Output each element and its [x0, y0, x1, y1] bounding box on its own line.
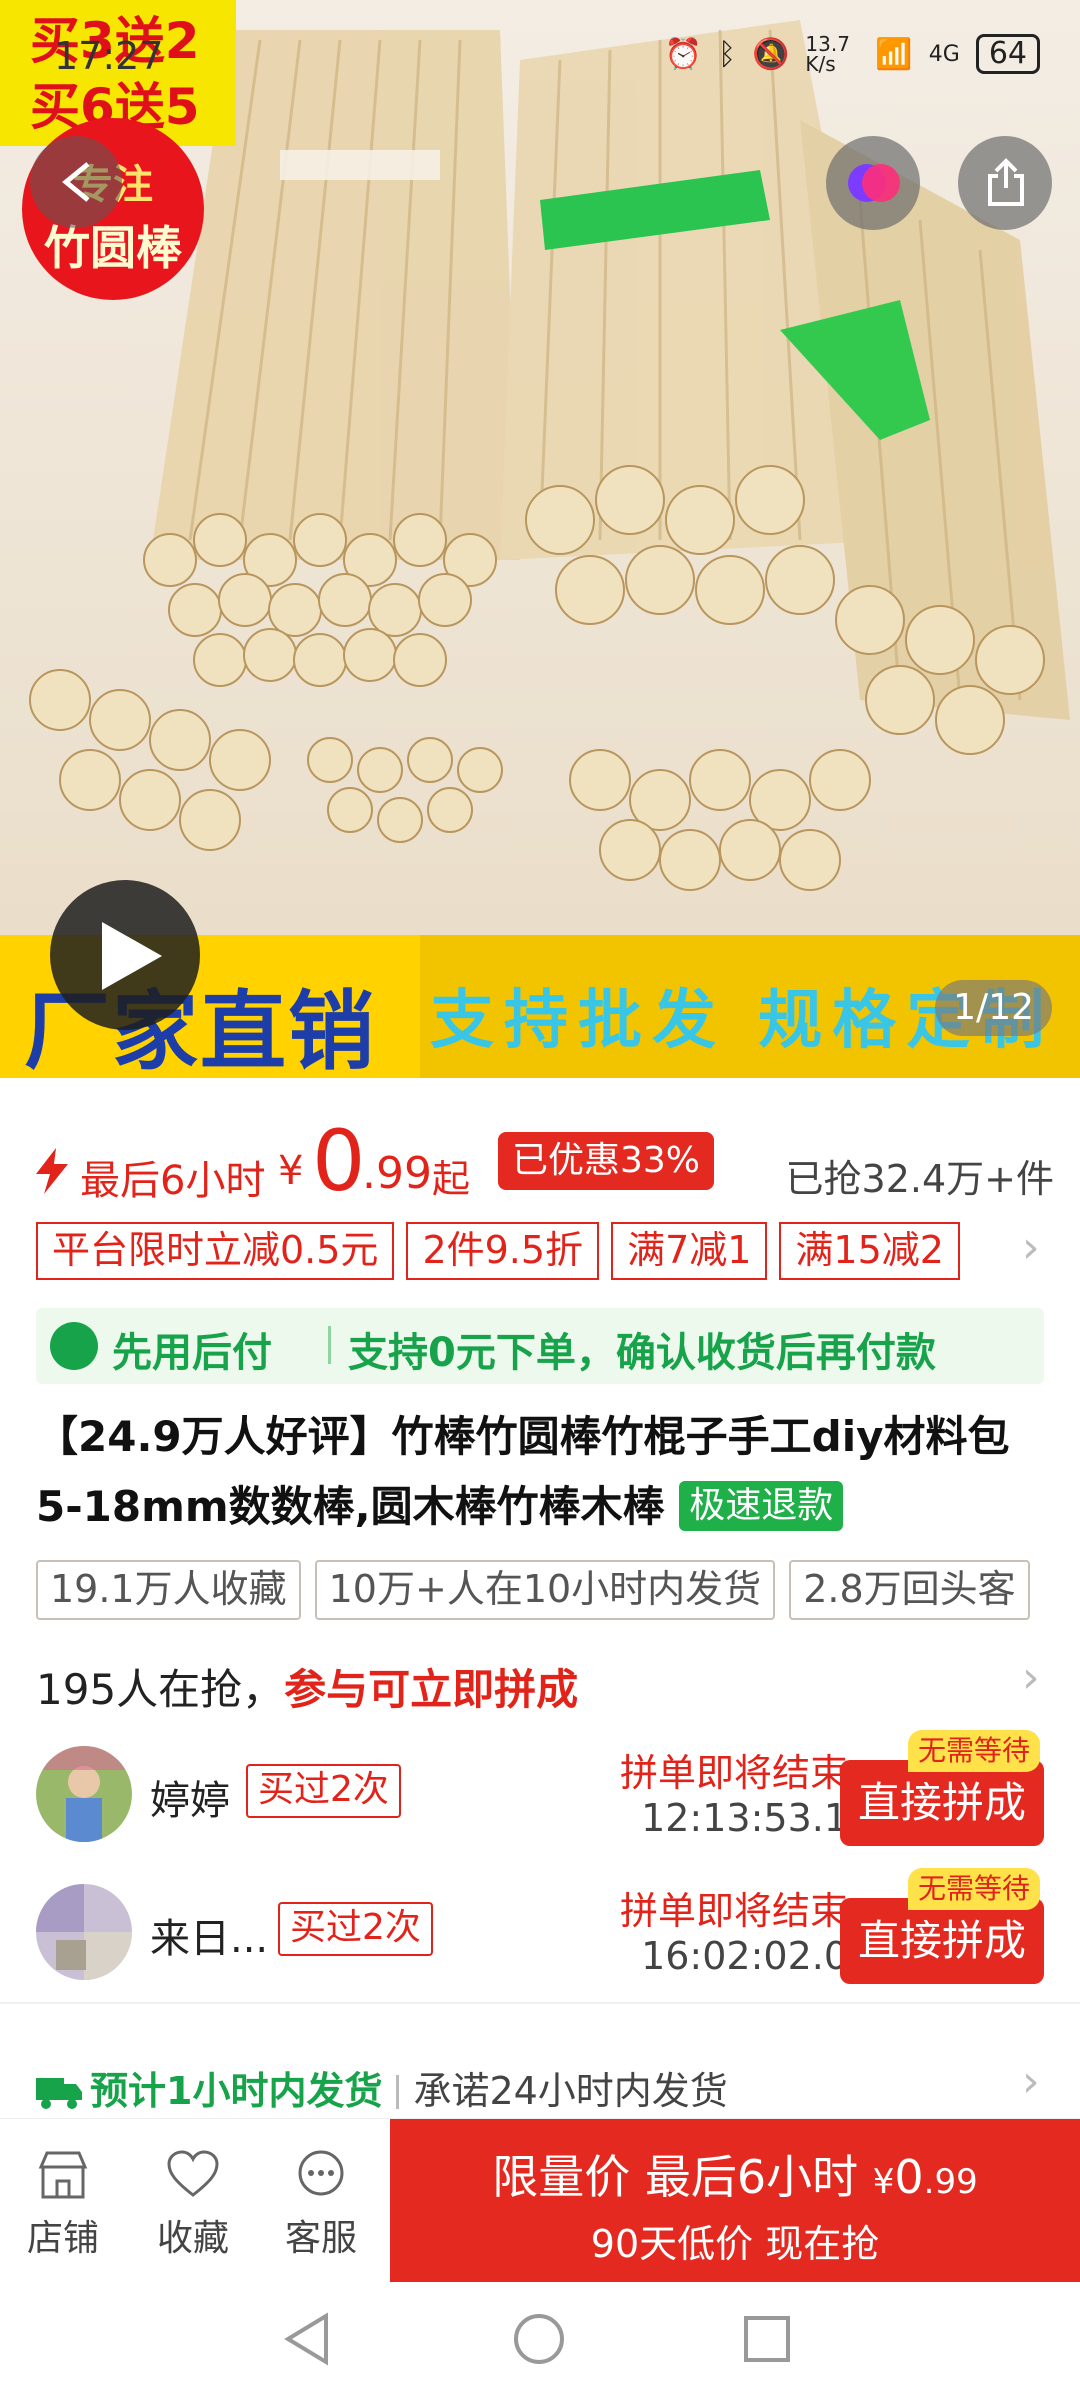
- lightning-icon: [36, 1148, 68, 1194]
- coupon-tag[interactable]: 平台限时立减0.5元: [36, 1222, 395, 1280]
- coupon-list[interactable]: 平台限时立减0.5元 2件9.5折 满7减1 满15减2: [36, 1222, 1046, 1280]
- no-wait-badge: 无需等待: [908, 1730, 1041, 1772]
- nav-recents-icon[interactable]: [742, 2312, 792, 2366]
- pay-later-banner[interactable]: 先用后付 支持0元下单，确认收货后再付款: [36, 1308, 1044, 1384]
- bluetooth-icon: ᛒ: [718, 36, 737, 72]
- coupon-tag[interactable]: 2件9.5折: [406, 1222, 600, 1280]
- service-label: 客服: [284, 2218, 357, 2259]
- play-icon: [102, 922, 162, 990]
- status-icons: ⏰ ᛒ 🔕 13.7 K/s 📶 4G 64: [665, 34, 1040, 74]
- product-tag: 2.8万回头客: [789, 1560, 1030, 1620]
- product-tag: 19.1万人收藏: [36, 1560, 301, 1620]
- nav-home-icon[interactable]: [512, 2312, 566, 2366]
- shipping-separator: [396, 2075, 400, 2109]
- mute-icon: 🔕: [752, 36, 790, 72]
- chevron-left-icon: [62, 162, 90, 202]
- bought-times-badge: 买过2次: [278, 1902, 433, 1956]
- group-buy-row: 婷婷 买过2次 拼单即将结束 12:13:53.1 直接拼成 无需等待: [0, 1730, 1080, 1848]
- buy-price-dec: .99: [923, 2162, 978, 2202]
- buy-now-button[interactable]: 限量价 最后6小时 ¥0.99 90天低价 现在抢: [390, 2119, 1080, 2283]
- shop-label: 店铺: [26, 2218, 99, 2259]
- favorite-button[interactable]: 收藏: [138, 2149, 248, 2261]
- truck-icon: [36, 2078, 82, 2109]
- discount-badge: 已优惠33%: [498, 1132, 715, 1190]
- back-button[interactable]: [30, 136, 122, 228]
- shipping-promise: 承诺24小时内发货: [413, 2069, 728, 2113]
- network-label: 4G: [928, 41, 960, 67]
- buy-price-line: 限量价 最后6小时 ¥0.99: [390, 2141, 1080, 2207]
- video-play-button[interactable]: [50, 880, 200, 1030]
- buy-limit-text: 限量价 最后6小时: [492, 2150, 859, 2204]
- group-buy-row: 来日... 买过2次 拼单即将结束 16:02:02.0 直接拼成 无需等待: [0, 1868, 1080, 1986]
- chevron-right-icon[interactable]: ›: [1022, 2056, 1040, 2107]
- system-nav-bar: [0, 2282, 1080, 2400]
- group-user-name: 来日...: [150, 1916, 269, 1962]
- status-time: 17:27: [54, 34, 164, 78]
- bought-times-badge: 买过2次: [246, 1764, 401, 1818]
- product-image-carousel[interactable]: 买3送2 买6送5 专注 竹圆棒 17:27 ⏰ ᛒ 🔕 13.7 K/s 📶 …: [0, 0, 1080, 1078]
- brand-icon-overlay: [862, 164, 900, 202]
- shipping-estimate: 预计1小时内发货: [90, 2069, 383, 2113]
- group-ending-label: 拼单即将结束: [619, 1751, 848, 1795]
- product-title-text: 【24.9万人好评】竹棒竹圆棒竹棍子手工diy材料包5-18mm数数棒,圆木棒竹…: [36, 1412, 1010, 1531]
- shop-icon: [38, 2151, 88, 2199]
- divider: [0, 2002, 1080, 2004]
- nav-back-icon[interactable]: [282, 2312, 332, 2366]
- avatar: [36, 1884, 132, 1980]
- price-decimal: .99: [362, 1148, 432, 1199]
- heart-icon: [167, 2150, 219, 2197]
- group-user-name: 婷婷: [150, 1778, 230, 1824]
- chevron-right-icon[interactable]: ›: [1022, 1652, 1040, 1703]
- price-row: 最后6小时 ¥ 0 .99 起 已优惠33% 已抢32.4万+件: [0, 1112, 1080, 1218]
- buy-subline: 90天低价 现在抢: [590, 2222, 880, 2266]
- sold-count: 已抢32.4万+件: [785, 1157, 1054, 1201]
- group-buy-count: 195人在抢，: [36, 1665, 285, 1714]
- group-countdown: 12:13:53.1: [641, 1796, 848, 1840]
- avatar: [36, 1746, 132, 1842]
- product-title: 【24.9万人好评】竹棒竹圆棒竹棍子手工diy材料包5-18mm数数棒,圆木棒竹…: [36, 1402, 1046, 1542]
- favorite-label: 收藏: [156, 2218, 229, 2259]
- badge-line2: 竹圆棒: [44, 221, 182, 275]
- price-currency: ¥: [278, 1148, 304, 1194]
- pay-later-title: 先用后付: [112, 1330, 272, 1376]
- wifi-icon: 📶: [875, 36, 913, 72]
- limited-time-text: 最后6小时: [80, 1158, 266, 1204]
- join-group-button[interactable]: 直接拼成: [840, 1898, 1044, 1984]
- buy-currency: ¥: [872, 2162, 895, 2202]
- price-suffix: 起: [432, 1157, 471, 1201]
- product-tag: 10万+人在10小时内发货: [314, 1560, 776, 1620]
- pay-later-icon: [50, 1322, 98, 1370]
- no-wait-badge: 无需等待: [908, 1868, 1041, 1910]
- pay-later-desc: 支持0元下单，确认收货后再付款: [348, 1330, 936, 1376]
- price-integer: 0: [312, 1112, 366, 1210]
- share-button[interactable]: [958, 136, 1052, 230]
- product-tags: 19.1万人收藏 10万+人在10小时内发货 2.8万回头客: [36, 1560, 1080, 1620]
- shipping-info[interactable]: 预计1小时内发货 承诺24小时内发货: [36, 2060, 728, 2115]
- chat-icon: [298, 2150, 344, 2196]
- net-speed: 13.7 K/s: [805, 32, 850, 76]
- customer-service-button[interactable]: 客服: [266, 2149, 376, 2261]
- share-icon: [988, 158, 1024, 206]
- coupon-tag[interactable]: 满7减1: [611, 1222, 768, 1280]
- join-group-button[interactable]: 直接拼成: [840, 1760, 1044, 1846]
- coupon-tag[interactable]: 满15减2: [779, 1222, 960, 1280]
- collection-button[interactable]: [826, 136, 920, 230]
- status-bar: 17:27 ⏰ ᛒ 🔕 13.7 K/s 📶 4G 64: [0, 28, 1080, 88]
- pay-later-separator: [328, 1326, 331, 1364]
- fast-refund-badge: 极速退款: [679, 1481, 844, 1531]
- buy-price-int: 0: [894, 2150, 924, 2204]
- chevron-right-icon[interactable]: ›: [1022, 1222, 1040, 1273]
- group-ending-label: 拼单即将结束: [619, 1889, 848, 1933]
- group-countdown: 16:02:02.0: [641, 1934, 848, 1978]
- group-buy-header[interactable]: 195人在抢，参与可立即拼成: [36, 1656, 578, 1717]
- image-page-indicator: 1/12: [935, 980, 1052, 1036]
- shop-button[interactable]: 店铺: [8, 2149, 118, 2261]
- group-buy-cta: 参与可立即拼成: [284, 1665, 579, 1714]
- battery-icon: 64: [975, 34, 1040, 74]
- bottom-action-bar: 店铺 收藏 客服 限量价 最后6小时 ¥0.99 90天低价 现在抢: [0, 2118, 1080, 2283]
- alarm-icon: ⏰: [664, 36, 703, 72]
